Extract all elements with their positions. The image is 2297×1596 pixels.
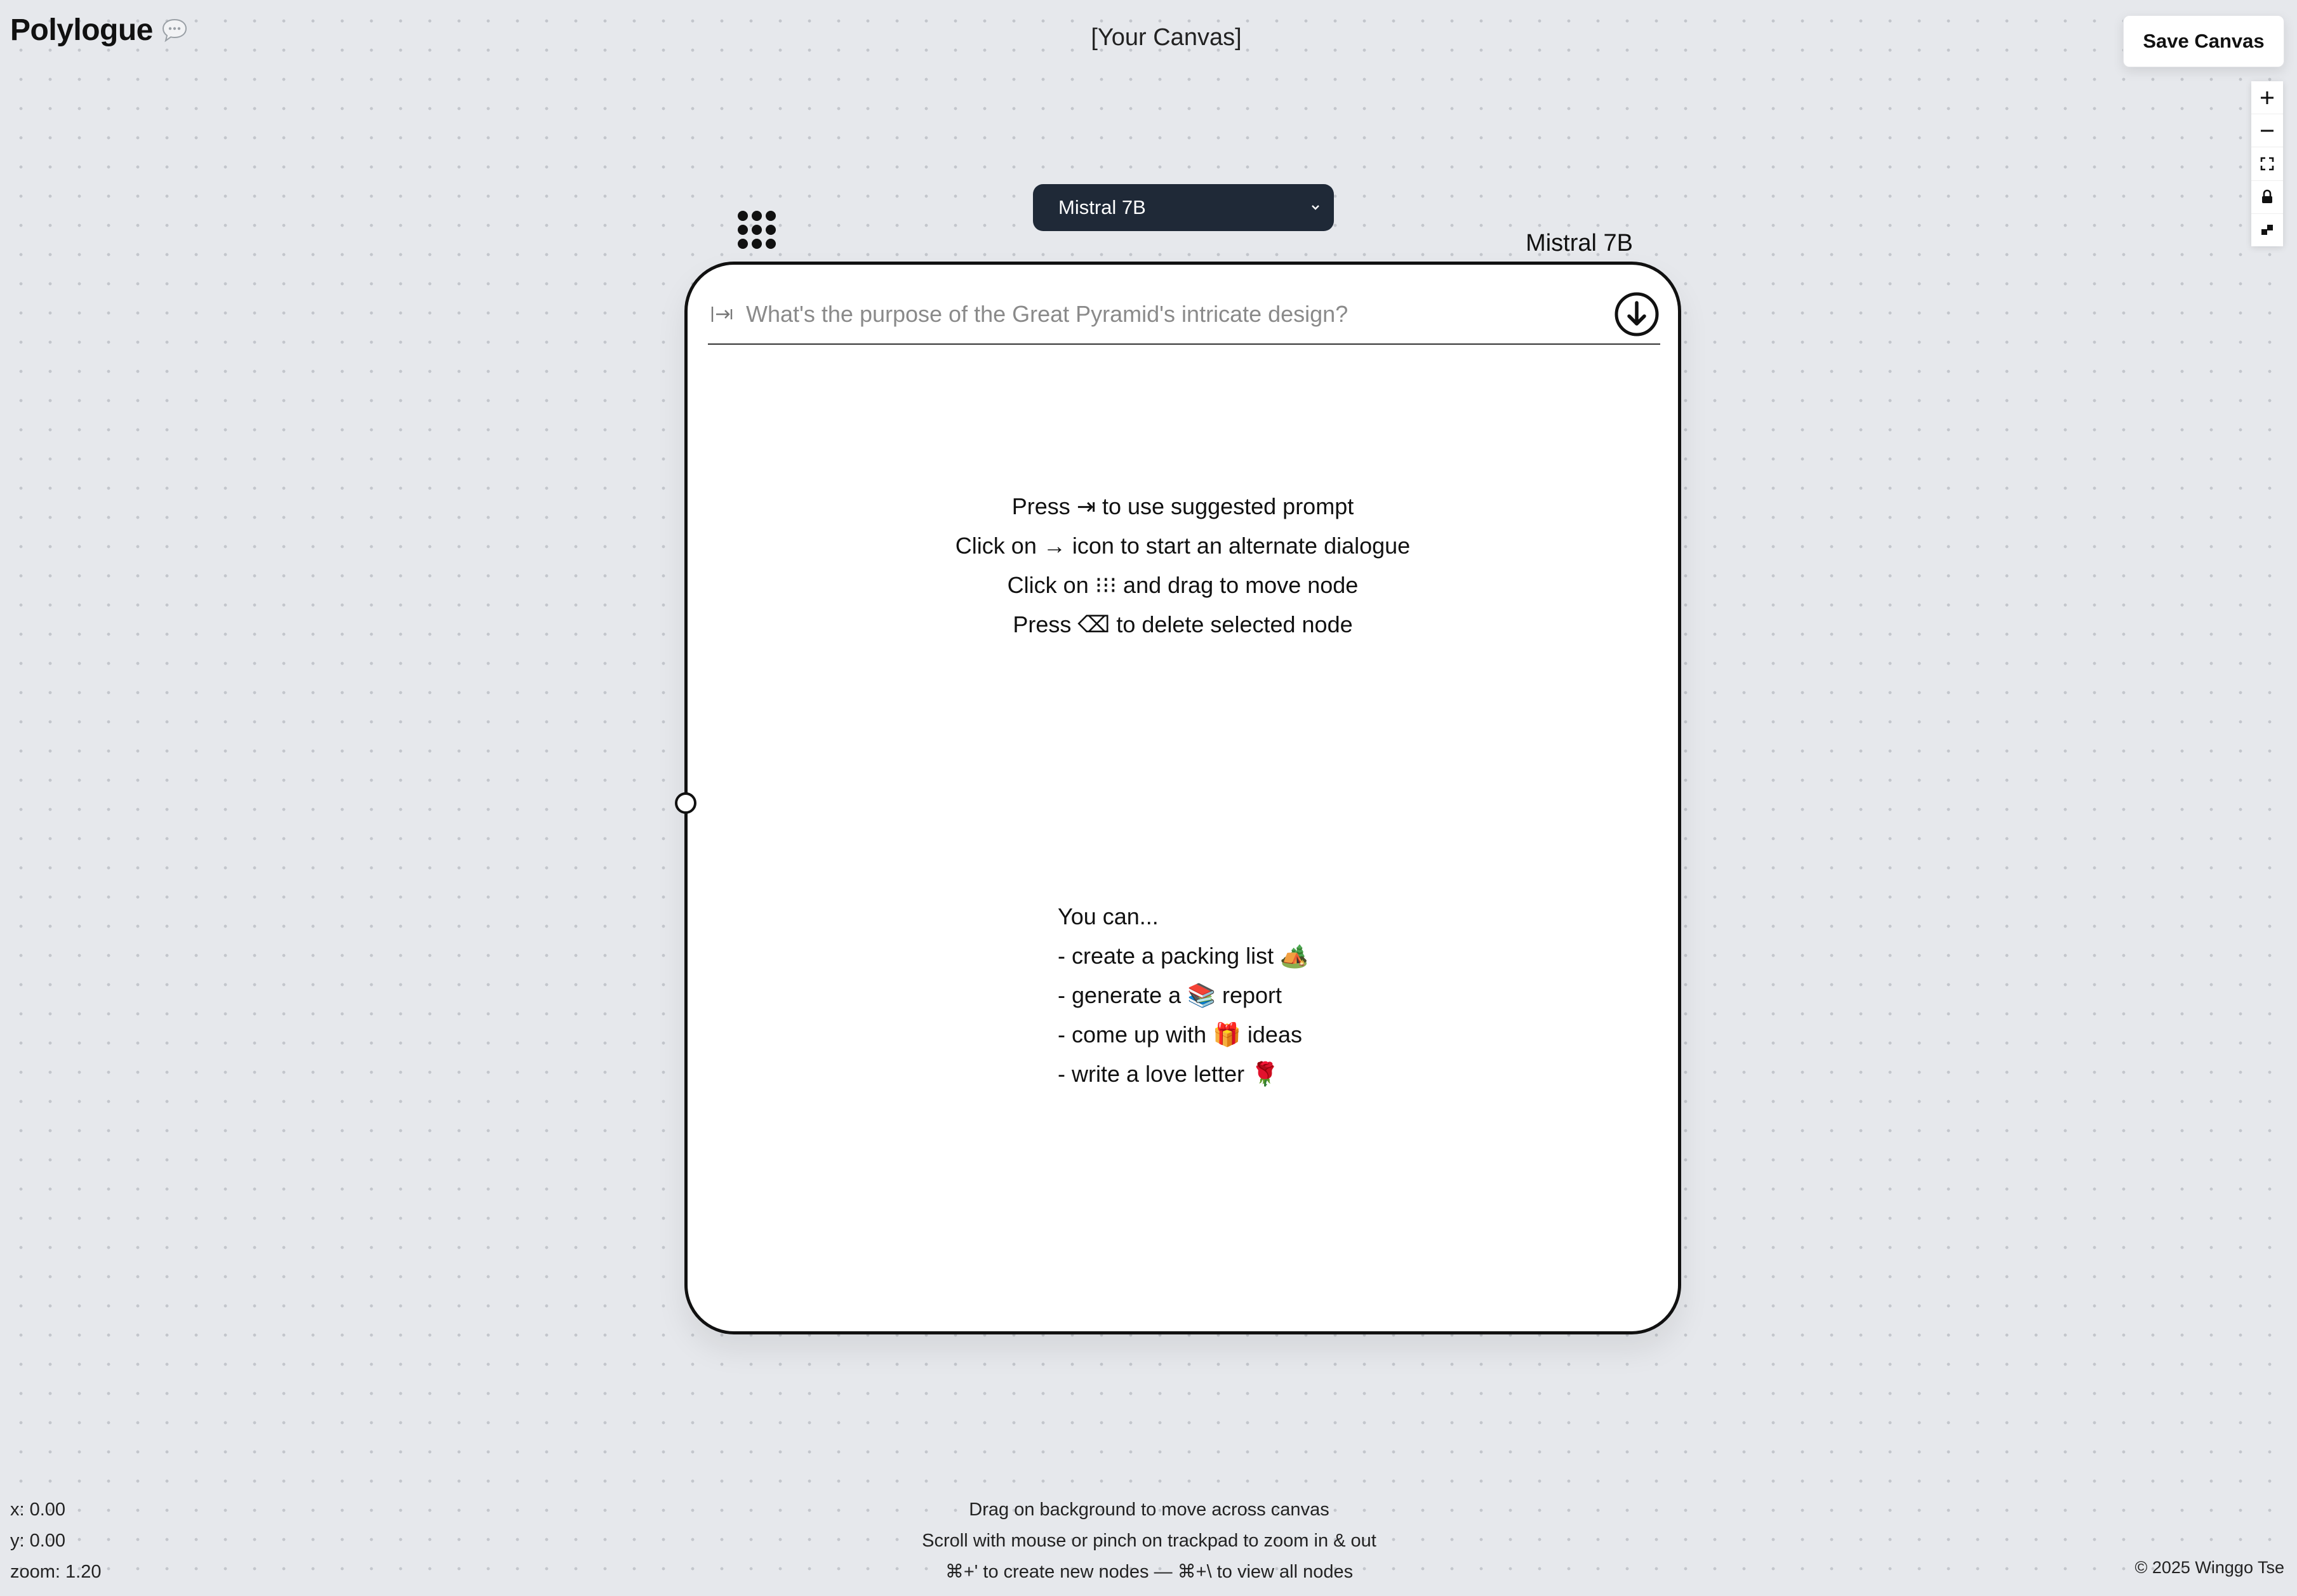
app-name: Polylogue [10,13,153,47]
minimap-icon [2261,225,2273,236]
suggestions-heading: You can... [1058,903,1159,929]
canvas-controls [2251,81,2283,246]
help-line: Click on → icon to start an alternate di… [955,533,1411,559]
suggestions: You can... - create a packing list 🏕️ - … [1058,897,1502,1094]
model-select[interactable]: Mistral 7B [1033,184,1334,231]
save-canvas-button[interactable]: Save Canvas [2123,15,2284,67]
node-model-label: Mistral 7B [1526,230,1633,256]
lock-icon [2262,189,2272,204]
chevron-down-icon [1312,205,1319,210]
y-coordinate: y: 0.00 [10,1531,66,1551]
plus-icon [2261,91,2274,104]
canvas-tips: Drag on background to move across canvas… [825,1494,1473,1588]
canvas-coordinates: x: 0.00 y: 0.00 zoom: 1.20 [10,1494,101,1588]
suggestion-item[interactable]: - come up with 🎁 ideas [1058,1015,1502,1054]
prompt-input[interactable] [745,300,1613,328]
drag-handle-icon[interactable] [734,207,780,253]
zoom-level: zoom: 1.20 [10,1562,102,1582]
app-brand: Polylogue [10,13,189,48]
submit-button[interactable] [1613,291,1660,338]
tip-line: Scroll with mouse or pinch on trackpad t… [922,1531,1376,1551]
connection-handle[interactable] [675,792,696,814]
minimap-button[interactable] [2251,214,2283,246]
tip-line: Drag on background to move across canvas [969,1500,1329,1520]
fit-view-button[interactable] [2251,147,2283,181]
canvas-title[interactable]: [Your Canvas] [1016,24,1317,51]
prompt-row [708,285,1660,345]
lock-button[interactable] [2251,181,2283,214]
suggestion-item[interactable]: - generate a 📚 report [1058,976,1502,1015]
help-text: Press ⇥ to use suggested prompt Click on… [688,487,1678,644]
help-line: Press ⌫ to delete selected node [1013,611,1353,637]
suggestion-item[interactable]: - create a packing list 🏕️ [1058,936,1502,976]
help-line: Click on ⁝⁝⁝ and drag to move node [1007,572,1359,598]
tab-key-icon[interactable] [708,300,737,329]
zoom-in-button[interactable] [2251,81,2283,115]
model-select-value: Mistral 7B [1058,196,1146,218]
dialogue-node[interactable]: Press ⇥ to use suggested prompt Click on… [684,262,1681,1334]
fit-view-icon [2260,157,2274,171]
suggestion-item[interactable]: - write a love letter 🌹 [1058,1054,1502,1094]
zoom-out-button[interactable] [2251,114,2283,148]
help-line: Press ⇥ to use suggested prompt [1011,493,1354,519]
copyright: © 2025 Winggo Tse [2134,1558,2284,1577]
speech-bubble-icon [161,17,189,44]
tip-line: ⌘+' to create new nodes — ⌘+\ to view al… [945,1562,1354,1582]
minus-icon [2261,130,2274,132]
x-coordinate: x: 0.00 [10,1500,66,1520]
arrow-down-circle-icon [1615,292,1659,336]
